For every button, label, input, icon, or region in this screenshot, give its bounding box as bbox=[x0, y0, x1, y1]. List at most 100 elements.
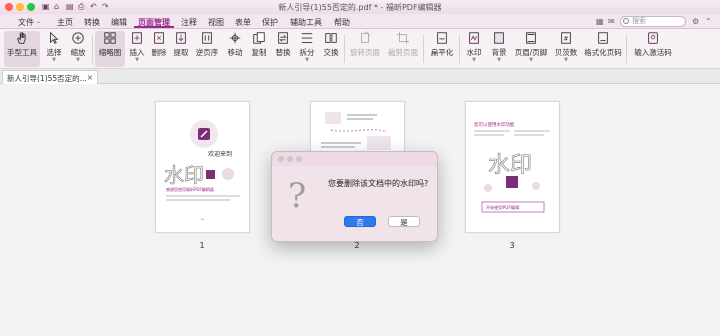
header-footer-button[interactable]: 页眉/页脚 ▼ bbox=[513, 31, 549, 67]
select-tool-button[interactable]: 选择 ▼ bbox=[42, 31, 66, 67]
page-number-2: 2 bbox=[354, 241, 360, 250]
menu-page-management[interactable]: 页面管理 bbox=[134, 16, 174, 28]
thumbnail-button[interactable]: 缩略图 bbox=[95, 31, 125, 67]
background-button[interactable]: 背景 ▼ bbox=[488, 31, 510, 67]
menu-bar: 文件 ⌄ 主页 转换 编辑 页面管理 注释 视图 表单 保护 辅助工具 帮助 ▦… bbox=[0, 14, 720, 29]
swap-icon bbox=[325, 33, 337, 43]
document-tab-bar: 新人引导(1)55否定的... × bbox=[0, 69, 720, 84]
search-icon bbox=[623, 18, 629, 24]
page-1-caption: 感谢您使用福昕PDF编辑器 bbox=[166, 186, 214, 192]
delete-page-icon bbox=[154, 32, 164, 44]
rotate-page-icon bbox=[361, 31, 370, 43]
svg-text:#: # bbox=[563, 36, 568, 43]
activation-code-button[interactable]: 输入激活码 bbox=[631, 31, 675, 67]
document-tab-label: 新人引导(1)55否定的... bbox=[7, 74, 87, 83]
menu-protect[interactable]: 保护 bbox=[258, 16, 282, 28]
menu-edit[interactable]: 编辑 bbox=[107, 16, 131, 28]
window-title: 新人引导(1)55否定的.pdf * - 福昕PDF编辑器 bbox=[278, 3, 442, 12]
copy-page-button[interactable]: 复制 bbox=[248, 31, 270, 67]
rotate-page-button[interactable]: 旋转页面 bbox=[348, 31, 382, 67]
grid-icon[interactable]: ▦ bbox=[596, 17, 604, 26]
ribbon-toolbar: 手型工具 选择 ▼ 缩放 ▼ 缩略图 插入 ▼ 删除 提取 逆页序 移动 复制 bbox=[0, 29, 720, 69]
swap-button[interactable]: 交换 bbox=[320, 31, 342, 67]
chevron-down-icon[interactable]: ⌄ bbox=[32, 17, 45, 29]
dropdown-caret-icon: ▼ bbox=[529, 57, 533, 63]
zoom-icon bbox=[72, 32, 84, 44]
page-thumbnail-1[interactable]: 欢迎来到 水印 感谢您使用福昕PDF编辑器 ⌄ bbox=[155, 101, 250, 233]
menu-convert[interactable]: 转换 bbox=[80, 16, 104, 28]
activation-code-icon bbox=[648, 32, 658, 44]
toolbar-divider bbox=[626, 35, 627, 63]
bates-number-button[interactable]: # 贝茨数 ▼ bbox=[553, 31, 579, 67]
delete-watermark-dialog: ? 您要删除该文档中的水印吗? 否 是 bbox=[271, 151, 438, 242]
page-1-big-text: 水印 bbox=[164, 163, 204, 187]
dropdown-caret-icon: ▼ bbox=[305, 57, 309, 63]
dropdown-caret-icon: ▼ bbox=[135, 57, 139, 63]
page-number-1: 1 bbox=[199, 241, 205, 250]
page-3-heading: 您可以使用水印功能 bbox=[474, 121, 515, 128]
search-input[interactable]: 搜索 bbox=[620, 16, 686, 27]
menu-help[interactable]: 帮助 bbox=[330, 16, 354, 28]
dropdown-caret-icon: ▼ bbox=[52, 57, 56, 63]
yes-button[interactable]: 是 bbox=[388, 216, 420, 227]
flatten-button[interactable]: 扁平化 bbox=[428, 31, 456, 67]
settings-icon[interactable]: ⚙ bbox=[692, 17, 699, 26]
dialog-zoom-button[interactable] bbox=[296, 156, 302, 162]
menu-home[interactable]: 主页 bbox=[53, 16, 77, 28]
move-page-icon bbox=[229, 32, 241, 44]
dialog-message: 您要删除该文档中的水印吗? bbox=[328, 179, 429, 188]
page-thumbnail-3[interactable]: 您可以使用水印功能 水印 开始使用PDF编辑 bbox=[465, 101, 560, 233]
reverse-order-icon bbox=[202, 32, 212, 44]
search-placeholder: 搜索 bbox=[632, 17, 646, 25]
close-tab-icon[interactable]: × bbox=[87, 73, 93, 82]
insert-page-button[interactable]: 插入 ▼ bbox=[127, 31, 147, 67]
dialog-close-button[interactable] bbox=[278, 156, 284, 162]
reverse-order-button[interactable]: 逆页序 bbox=[193, 31, 221, 67]
dropdown-caret-icon: ▼ bbox=[472, 57, 476, 63]
hand-icon bbox=[17, 32, 26, 44]
toolbar-divider bbox=[459, 35, 460, 63]
page-number-3: 3 bbox=[509, 241, 515, 250]
header-footer-icon bbox=[526, 32, 536, 44]
document-tab[interactable]: 新人引导(1)55否定的... × bbox=[2, 70, 98, 84]
bates-number-icon: # bbox=[561, 32, 571, 44]
inbox-icon[interactable]: ✉ bbox=[608, 17, 615, 26]
flatten-icon bbox=[437, 32, 447, 44]
dropdown-caret-icon: ▼ bbox=[497, 57, 501, 63]
page-1-artwork: 欢迎来到 水印 感谢您使用福昕PDF编辑器 ⌄ bbox=[164, 120, 240, 222]
toolbar-divider bbox=[344, 35, 345, 63]
dialog-minimize-button[interactable] bbox=[287, 156, 293, 162]
page-1-heading: 欢迎来到 bbox=[208, 150, 232, 158]
toolbar-divider bbox=[92, 35, 93, 63]
select-cursor-icon bbox=[50, 31, 59, 44]
question-icon: ? bbox=[288, 176, 307, 216]
crop-page-button[interactable]: 裁剪页面 bbox=[386, 31, 420, 67]
copy-page-icon bbox=[253, 32, 265, 44]
page-3-caption: 开始使用PDF编辑 bbox=[486, 204, 519, 211]
page-3-artwork: 您可以使用水印功能 水印 开始使用PDF编辑 bbox=[474, 121, 550, 213]
crop-page-icon bbox=[396, 31, 410, 45]
menu-form[interactable]: 表单 bbox=[231, 16, 255, 28]
watermark-button[interactable]: 水印 ▼ bbox=[463, 31, 485, 67]
move-page-button[interactable]: 移动 bbox=[224, 31, 246, 67]
collapse-ribbon-icon[interactable]: ⌃ bbox=[705, 17, 712, 26]
extract-page-icon bbox=[176, 32, 186, 44]
menu-comment[interactable]: 注释 bbox=[177, 16, 201, 28]
menu-view[interactable]: 视图 bbox=[204, 16, 228, 28]
split-button[interactable]: 拆分 ▼ bbox=[296, 31, 318, 67]
scroll-down-icon: ⌄ bbox=[200, 215, 205, 222]
background-icon bbox=[494, 32, 504, 44]
format-page-number-button[interactable]: 格式化页码 bbox=[583, 31, 623, 67]
dropdown-caret-icon: ▼ bbox=[564, 57, 568, 63]
toolbar-divider bbox=[423, 35, 424, 63]
zoom-tool-button[interactable]: 缩放 ▼ bbox=[66, 31, 90, 67]
thumbnail-icon bbox=[104, 32, 116, 44]
no-button[interactable]: 否 bbox=[344, 216, 376, 227]
insert-page-icon bbox=[132, 32, 142, 44]
hand-tool-button[interactable]: 手型工具 bbox=[4, 31, 40, 67]
page-3-big-text: 水印 bbox=[488, 153, 532, 178]
replace-page-button[interactable]: 替换 bbox=[272, 31, 294, 67]
delete-page-button[interactable]: 删除 bbox=[149, 31, 169, 67]
menu-accessibility-tools[interactable]: 辅助工具 bbox=[286, 16, 326, 28]
extract-page-button[interactable]: 提取 bbox=[171, 31, 191, 67]
